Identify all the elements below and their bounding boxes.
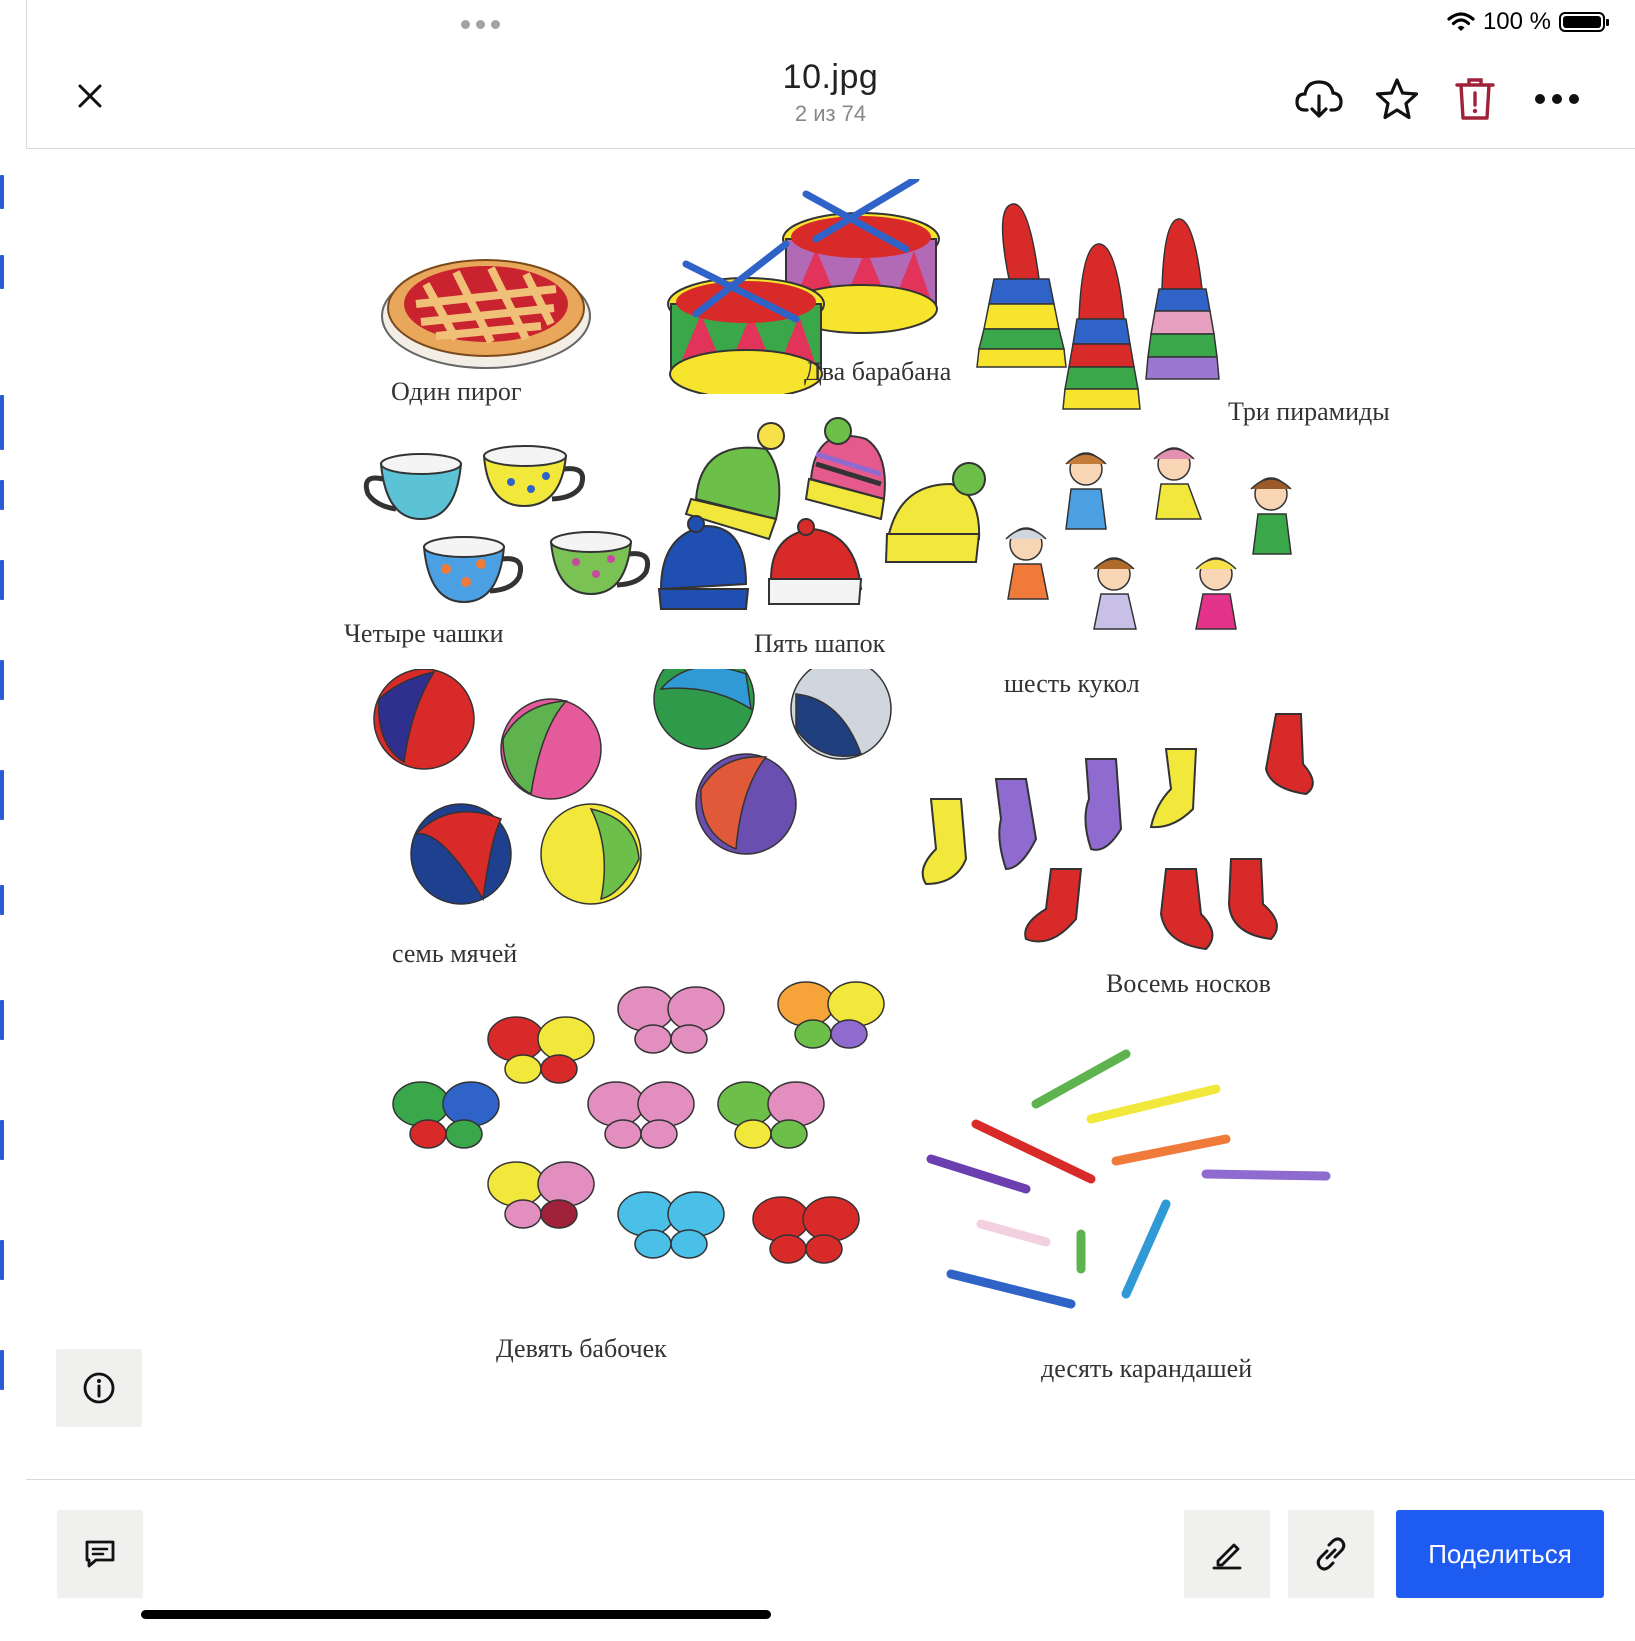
edge-mark — [0, 770, 4, 820]
side-panel-edge — [0, 0, 27, 1640]
trash-icon — [1455, 78, 1495, 120]
edge-mark — [0, 660, 4, 700]
star-icon — [1375, 78, 1419, 120]
copy-link-button[interactable] — [1288, 1510, 1374, 1598]
pencil-icon — [1212, 1543, 1242, 1570]
cloud-download-icon — [1295, 80, 1343, 118]
socks-illustration — [921, 713, 1314, 951]
caption-cups: Четыре чашки — [344, 619, 504, 648]
edge-mark — [0, 1240, 4, 1280]
caption-hats: Пять шапок — [754, 629, 886, 658]
dolls-illustration — [1005, 447, 1292, 630]
edit-button[interactable] — [1184, 1510, 1270, 1598]
caption-pencils: десять карандашей — [1041, 1354, 1253, 1383]
bottom-toolbar: Поделиться — [26, 1479, 1635, 1641]
more-options-button[interactable] — [1532, 74, 1582, 124]
caption-drums: Два барабана — [804, 357, 952, 386]
wifi-icon — [1447, 12, 1475, 31]
caption-dolls: шесть кукол — [1004, 669, 1140, 698]
butterflies-illustration — [392, 981, 885, 1264]
link-icon — [1316, 1537, 1346, 1571]
edge-mark — [0, 395, 4, 450]
caption-pyramids: Три пирамиды — [1228, 397, 1390, 426]
edge-mark — [0, 1120, 4, 1160]
edge-mark — [0, 1350, 4, 1390]
caption-butterflies: Девять бабочек — [496, 1334, 667, 1363]
cups-illustration — [363, 445, 651, 604]
edge-mark — [0, 885, 4, 915]
pyramids-illustration — [976, 203, 1220, 410]
pie-illustration — [381, 259, 591, 369]
info-icon — [83, 1372, 115, 1404]
battery-percentage: 100 % — [1482, 8, 1551, 35]
caption-socks: Восемь носков — [1106, 969, 1271, 998]
edge-mark — [0, 560, 4, 600]
edge-mark — [0, 175, 4, 209]
battery-icon — [1559, 12, 1609, 32]
edge-mark — [0, 480, 4, 510]
pencils-illustration — [926, 1049, 1331, 1309]
edge-mark — [0, 255, 4, 289]
download-button[interactable] — [1294, 74, 1344, 124]
delete-button[interactable] — [1450, 74, 1500, 124]
caption-balls: семь мячей — [392, 939, 518, 968]
info-button[interactable] — [56, 1349, 142, 1427]
status-bar: 100 % — [26, 0, 1635, 50]
more-icon — [1535, 94, 1579, 104]
comment-icon — [85, 1540, 115, 1568]
balls-illustration — [373, 669, 892, 905]
favorite-button[interactable] — [1372, 74, 1422, 124]
edge-mark — [0, 1000, 4, 1040]
comment-button[interactable] — [57, 1510, 143, 1598]
share-button[interactable]: Поделиться — [1396, 1510, 1604, 1598]
home-indicator — [141, 1610, 771, 1619]
caption-pie: Один пирог — [391, 377, 522, 406]
viewer-toolbar: 10.jpg 2 из 74 — [26, 50, 1635, 149]
status-indicators: 100 % — [1447, 8, 1609, 36]
image-viewer[interactable]: Один пирог Два барабана Три пирамиды Чет… — [26, 149, 1635, 1479]
multitasking-dots[interactable] — [461, 20, 500, 29]
hats-illustration — [657, 417, 986, 610]
